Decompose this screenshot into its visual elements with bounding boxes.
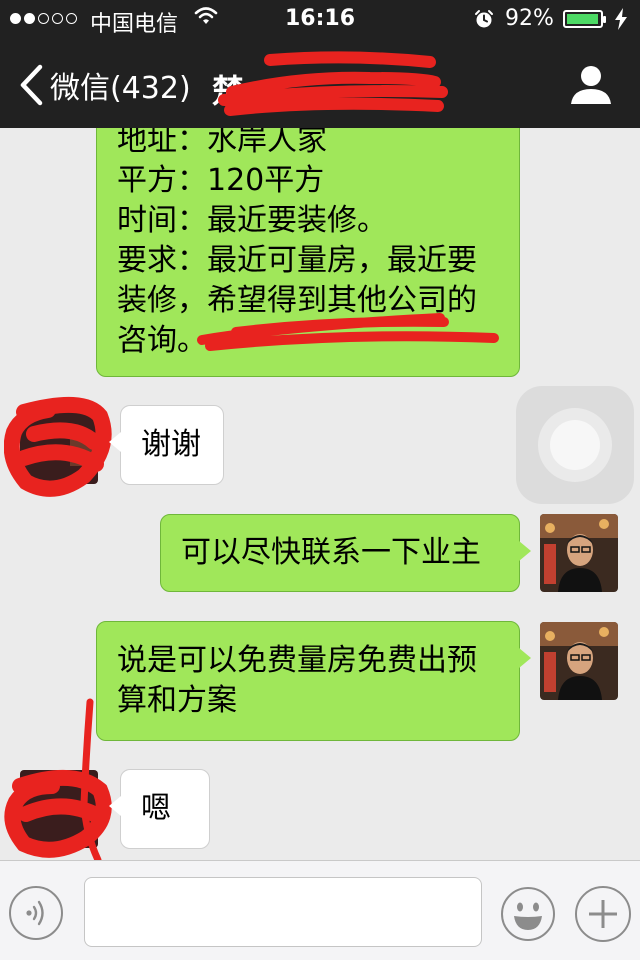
smiley-face-icon[interactable]	[500, 886, 556, 942]
avatar-image	[540, 622, 618, 700]
message-list[interactable]: 地址：水岸人家 平方：120平方 时间：最近要装修。 要求：最近可量房，最近要 …	[0, 128, 640, 860]
message-bubble-outgoing[interactable]: 地址：水岸人家 平方：120平方 时间：最近要装修。 要求：最近可量房，最近要 …	[96, 128, 520, 377]
alarm-clock-icon	[475, 10, 493, 28]
chevron-left-icon	[20, 64, 43, 106]
lightning-bolt-icon	[615, 8, 627, 30]
message-text: 嗯	[141, 791, 171, 826]
message-bubble-incoming[interactable]: 谢谢	[109, 405, 224, 485]
chat-input-bar	[0, 860, 640, 960]
back-button-label: 微信(432)	[50, 71, 191, 106]
message-bubble-outgoing[interactable]: 可以尽快联系一下业主	[160, 514, 531, 592]
status-bar: 中国电信 16:16 92%	[0, 0, 640, 40]
person-icon[interactable]	[568, 62, 614, 108]
message-text-line: 平方：120平方	[117, 163, 325, 198]
chat-title: 楚	[212, 72, 245, 110]
voice-input-button[interactable]	[9, 886, 63, 940]
message-text-line: 要求：最近可量房，最近要	[117, 243, 477, 278]
user-avatar[interactable]	[540, 622, 618, 700]
message-text-line: 说是可以免费量房免费出预	[117, 643, 477, 678]
message-text-line: 咨询。	[117, 323, 207, 358]
more-options-button[interactable]	[575, 886, 631, 942]
title-redaction-scribble	[218, 51, 448, 116]
message-text-line: 时间：最近要装修。	[117, 203, 387, 238]
message-text: 谢谢	[141, 427, 201, 462]
top-bar: 中国电信 16:16 92% 微信(432) 楚	[0, 0, 640, 128]
battery-icon	[563, 10, 606, 28]
avatar-image	[540, 514, 618, 592]
contact-avatar[interactable]	[20, 770, 98, 848]
avatar-image	[20, 770, 98, 848]
contact-avatar[interactable]	[20, 406, 98, 484]
battery-level-fill	[567, 14, 598, 24]
assistive-touch-button[interactable]	[516, 386, 634, 504]
message-text-line: 装修，希望得到其他公司的	[117, 283, 477, 318]
voice-wave-icon	[26, 900, 44, 926]
message-text-line: 地址：水岸人家	[117, 128, 327, 158]
back-button[interactable]: 微信(432)	[18, 60, 191, 110]
avatar-image	[20, 406, 98, 484]
battery-percent: 92%	[505, 6, 554, 31]
message-text-line: 算和方案	[117, 683, 237, 718]
message-bubble-outgoing[interactable]: 说是可以免费量房免费出预 算和方案	[96, 621, 531, 741]
user-avatar[interactable]	[540, 514, 618, 592]
message-input[interactable]	[84, 877, 482, 947]
chat-nav-bar: 微信(432) 楚	[0, 40, 640, 128]
message-bubble-incoming[interactable]: 嗯	[109, 769, 210, 849]
message-text: 可以尽快联系一下业主	[181, 535, 481, 570]
